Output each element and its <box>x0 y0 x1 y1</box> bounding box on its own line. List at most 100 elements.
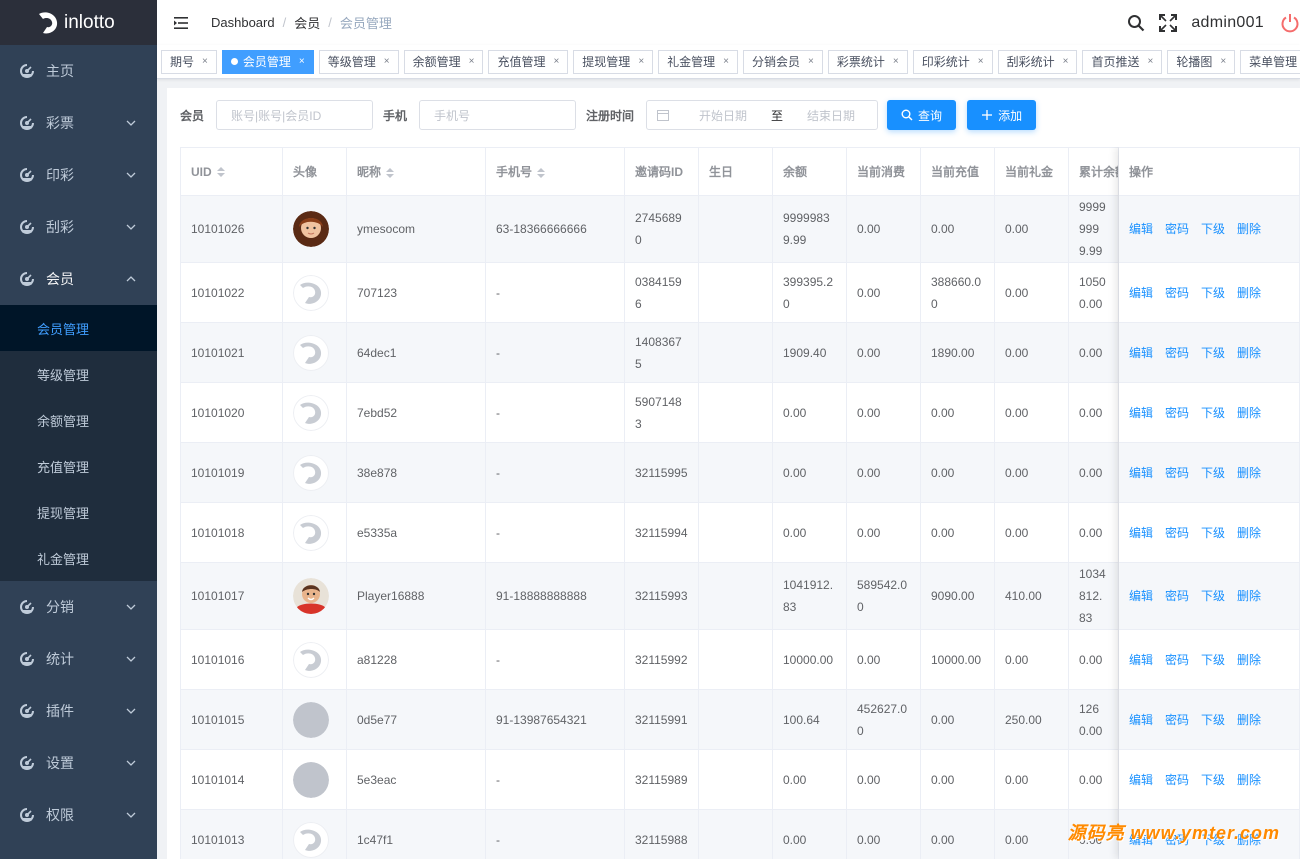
edit-link[interactable]: 编辑 <box>1129 342 1153 364</box>
edit-link[interactable]: 编辑 <box>1129 282 1153 304</box>
tag-11[interactable]: 首页推送 × <box>1082 49 1163 74</box>
edit-link[interactable]: 编辑 <box>1129 522 1153 544</box>
column-header-3[interactable]: 手机号 <box>485 147 625 196</box>
password-link[interactable]: 密码 <box>1165 402 1189 424</box>
close-icon[interactable]: × <box>1220 56 1226 67</box>
delete-link[interactable]: 删除 <box>1237 462 1261 484</box>
password-link[interactable]: 密码 <box>1165 649 1189 671</box>
delete-link[interactable]: 删除 <box>1237 649 1261 671</box>
hamburger-icon[interactable] <box>173 15 189 31</box>
password-link[interactable]: 密码 <box>1165 709 1189 731</box>
tag-10[interactable]: 刮彩统计 × <box>997 49 1078 74</box>
sidebar-item-2[interactable]: 印彩 <box>0 149 157 201</box>
tag-0[interactable]: 期号 × <box>161 49 217 74</box>
column-header-2[interactable]: 昵称 <box>346 147 486 196</box>
column-header-0[interactable]: UID <box>180 147 283 196</box>
password-link[interactable]: 密码 <box>1165 218 1189 240</box>
close-icon[interactable]: × <box>202 56 208 67</box>
breadcrumb-member[interactable]: 会员 <box>294 13 320 32</box>
close-icon[interactable]: × <box>1063 56 1069 67</box>
phone-input[interactable]: 手机号 <box>419 100 577 130</box>
close-icon[interactable]: × <box>469 56 475 67</box>
tag-6[interactable]: 礼金管理 × <box>658 49 739 74</box>
edit-link[interactable]: 编辑 <box>1129 218 1153 240</box>
tag-2[interactable]: 等级管理 × <box>318 49 399 74</box>
subordinate-link[interactable]: 下级 <box>1201 769 1225 791</box>
power-icon[interactable] <box>1280 13 1300 33</box>
close-icon[interactable]: × <box>893 56 899 67</box>
start-date-input[interactable]: 开始日期 <box>683 107 763 124</box>
delete-link[interactable]: 删除 <box>1237 522 1261 544</box>
submenu-item-0[interactable]: 会员管理 <box>0 305 157 351</box>
subordinate-link[interactable]: 下级 <box>1201 462 1225 484</box>
delete-link[interactable]: 删除 <box>1237 402 1261 424</box>
sidebar-item-9[interactable]: 权限 <box>0 789 157 841</box>
subordinate-link[interactable]: 下级 <box>1201 402 1225 424</box>
close-icon[interactable]: × <box>978 56 984 67</box>
password-link[interactable]: 密码 <box>1165 769 1189 791</box>
submenu-item-2[interactable]: 余额管理 <box>0 397 157 443</box>
tag-7[interactable]: 分销会员 × <box>743 49 823 74</box>
end-date-input[interactable]: 结束日期 <box>791 107 871 124</box>
close-icon[interactable]: × <box>553 56 559 67</box>
delete-link[interactable]: 删除 <box>1237 282 1261 304</box>
delete-link[interactable]: 删除 <box>1237 218 1261 240</box>
username[interactable]: admin001 <box>1191 14 1264 32</box>
edit-link[interactable]: 编辑 <box>1129 769 1153 791</box>
close-icon[interactable]: × <box>1147 56 1153 67</box>
tag-3[interactable]: 余额管理 × <box>403 49 484 74</box>
sidebar-item-1[interactable]: 彩票 <box>0 97 157 149</box>
submenu-item-5[interactable]: 礼金管理 <box>0 535 157 581</box>
add-button[interactable]: 添加 <box>967 100 1037 130</box>
edit-link[interactable]: 编辑 <box>1129 709 1153 731</box>
sort-caret-icon[interactable] <box>537 167 546 179</box>
tag-9[interactable]: 印彩统计 × <box>912 49 993 74</box>
subordinate-link[interactable]: 下级 <box>1201 649 1225 671</box>
fullscreen-icon[interactable] <box>1159 13 1178 32</box>
submenu-item-3[interactable]: 充值管理 <box>0 443 157 489</box>
sidebar-item-6[interactable]: 统计 <box>0 633 157 685</box>
subordinate-link[interactable]: 下级 <box>1201 709 1225 731</box>
close-icon[interactable]: × <box>384 56 390 67</box>
search-button[interactable]: 查询 <box>887 100 957 130</box>
sort-caret-icon[interactable] <box>386 167 395 179</box>
sort-caret-icon[interactable] <box>216 166 225 178</box>
edit-link[interactable]: 编辑 <box>1129 585 1153 607</box>
sidebar-item-8[interactable]: 设置 <box>0 737 157 789</box>
subordinate-link[interactable]: 下级 <box>1201 522 1225 544</box>
delete-link[interactable]: 删除 <box>1237 769 1261 791</box>
close-icon[interactable]: × <box>638 56 644 67</box>
tag-8[interactable]: 彩票统计 × <box>827 49 908 74</box>
tag-12[interactable]: 轮播图 × <box>1167 49 1236 74</box>
subordinate-link[interactable]: 下级 <box>1201 342 1225 364</box>
member-search-input[interactable]: 账号|账号|会员ID <box>216 100 374 130</box>
edit-link[interactable]: 编辑 <box>1129 649 1153 671</box>
tag-1[interactable]: 会员管理 × <box>221 49 314 74</box>
sidebar-item-4[interactable]: 会员 <box>0 253 157 305</box>
tag-5[interactable]: 提现管理 × <box>573 49 654 74</box>
edit-link[interactable]: 编辑 <box>1129 402 1153 424</box>
close-icon[interactable]: × <box>299 56 305 67</box>
subordinate-link[interactable]: 下级 <box>1201 218 1225 240</box>
password-link[interactable]: 密码 <box>1165 462 1189 484</box>
password-link[interactable]: 密码 <box>1165 342 1189 364</box>
sidebar-item-7[interactable]: 插件 <box>0 685 157 737</box>
app-logo[interactable]: inlotto <box>0 0 157 45</box>
close-icon[interactable]: × <box>723 56 729 67</box>
password-link[interactable]: 密码 <box>1165 282 1189 304</box>
close-icon[interactable]: × <box>808 56 814 67</box>
submenu-item-1[interactable]: 等级管理 <box>0 351 157 397</box>
tag-13[interactable]: 菜单管理× <box>1240 49 1300 74</box>
sidebar-item-0[interactable]: 主页 <box>0 45 157 97</box>
edit-link[interactable]: 编辑 <box>1129 462 1153 484</box>
password-link[interactable]: 密码 <box>1165 585 1189 607</box>
delete-link[interactable]: 删除 <box>1237 709 1261 731</box>
subordinate-link[interactable]: 下级 <box>1201 585 1225 607</box>
breadcrumb-dashboard[interactable]: Dashboard <box>211 15 275 30</box>
submenu-item-4[interactable]: 提现管理 <box>0 489 157 535</box>
sidebar-item-3[interactable]: 刮彩 <box>0 201 157 253</box>
reg-date-range[interactable]: 开始日期 至 结束日期 <box>646 100 879 130</box>
search-icon[interactable] <box>1127 14 1145 32</box>
subordinate-link[interactable]: 下级 <box>1201 282 1225 304</box>
delete-link[interactable]: 删除 <box>1237 585 1261 607</box>
